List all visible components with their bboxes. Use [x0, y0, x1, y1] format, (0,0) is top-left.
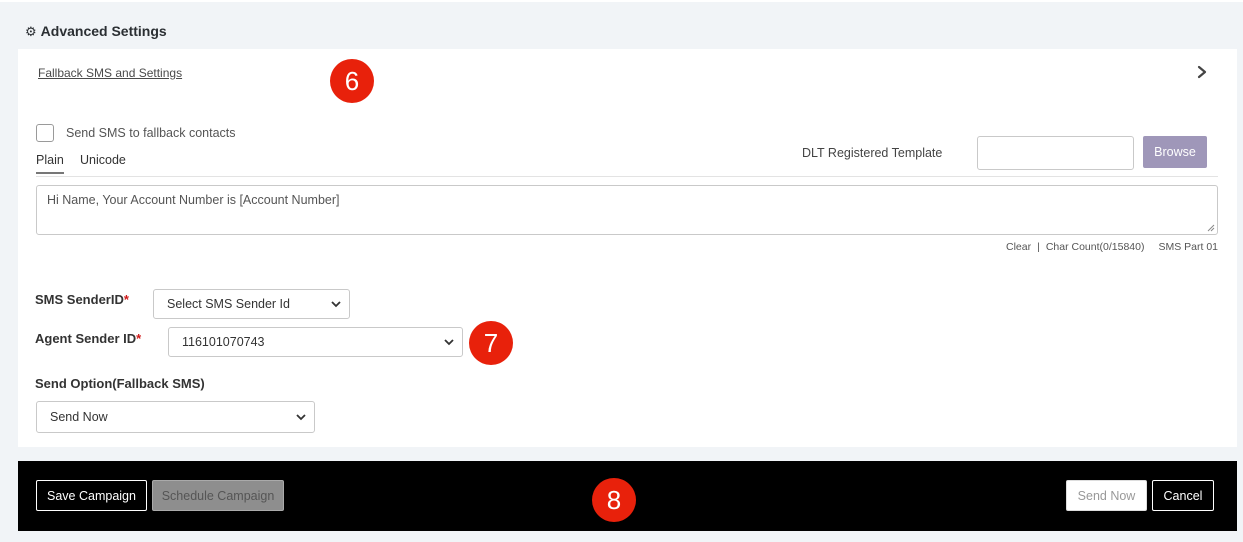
step-badge-7: 7	[469, 321, 513, 365]
sms-sender-select[interactable]: Select SMS Sender Id	[153, 289, 350, 319]
agent-sender-select[interactable]: 116101070743	[168, 327, 463, 357]
step-badge-6: 6	[330, 59, 374, 103]
step-badge-8: 8	[592, 478, 636, 522]
required-mark: *	[136, 331, 142, 346]
browse-button[interactable]: Browse	[1143, 136, 1207, 168]
chevron-down-icon	[331, 301, 341, 308]
agent-sender-label: Agent Sender ID*	[35, 331, 141, 346]
send-option-select[interactable]: Send Now	[36, 401, 315, 433]
resize-handle-icon[interactable]	[1207, 224, 1215, 232]
top-border	[0, 0, 1243, 2]
sms-sender-value: Select SMS Sender Id	[167, 297, 290, 311]
sms-part: SMS Part 01	[1158, 241, 1218, 253]
send-option-label: Send Option(Fallback SMS)	[35, 376, 205, 391]
message-textarea[interactable]: Hi Name, Your Account Number is [Account…	[36, 185, 1218, 235]
sms-sender-label-text: SMS SenderID	[35, 292, 124, 307]
required-mark: *	[123, 292, 129, 307]
send-option-value: Send Now	[50, 410, 108, 424]
schedule-campaign-button[interactable]: Schedule Campaign	[152, 480, 284, 511]
dlt-template-label: DLT Registered Template	[802, 146, 943, 160]
fallback-contacts-label: Send SMS to fallback contacts	[66, 126, 236, 140]
fallback-settings-link[interactable]: Fallback SMS and Settings	[38, 66, 182, 80]
chevron-right-icon[interactable]	[1195, 64, 1209, 80]
agent-sender-value: 116101070743	[182, 335, 265, 349]
save-campaign-button[interactable]: Save Campaign	[36, 480, 147, 511]
fallback-panel: Fallback SMS and Settings Send SMS to fa…	[18, 49, 1237, 447]
tab-plain[interactable]: Plain	[36, 153, 64, 174]
char-count: Char Count(0/15840)	[1045, 241, 1145, 253]
chevron-down-icon	[296, 414, 306, 421]
sms-sender-label: SMS SenderID*	[35, 292, 129, 307]
advanced-settings-title: Advanced Settings	[40, 23, 167, 39]
dlt-template-input[interactable]	[977, 136, 1134, 170]
separator: |	[1037, 241, 1040, 253]
gear-icon: ⚙	[25, 23, 37, 39]
fallback-contacts-row: Send SMS to fallback contacts	[36, 124, 236, 142]
message-text: Hi Name, Your Account Number is [Account…	[47, 193, 340, 207]
message-counter: Clear | Char Count(0/15840) SMS Part 01	[1006, 241, 1218, 253]
chevron-down-icon	[444, 339, 454, 346]
fallback-contacts-checkbox[interactable]	[36, 124, 54, 142]
cancel-button[interactable]: Cancel	[1152, 480, 1214, 511]
clear-link[interactable]: Clear	[1006, 241, 1031, 253]
advanced-settings-header: ⚙ Advanced Settings	[25, 23, 167, 39]
agent-sender-label-text: Agent Sender ID	[35, 331, 137, 346]
send-now-button[interactable]: Send Now	[1066, 480, 1147, 511]
tab-unicode[interactable]: Unicode	[80, 153, 126, 172]
